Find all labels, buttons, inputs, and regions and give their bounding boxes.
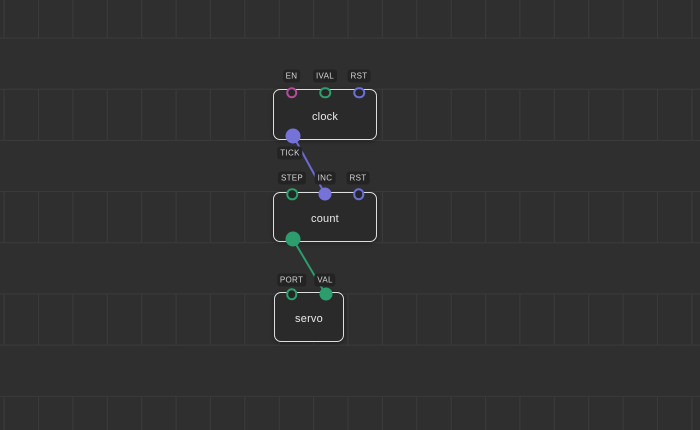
pin-label-servo-val: VAL — [314, 274, 335, 287]
pin-servo-val[interactable] — [319, 288, 332, 301]
pin-clock-tick[interactable] — [286, 128, 301, 143]
node-count-title: count — [311, 213, 339, 225]
node-servo[interactable]: servo — [274, 292, 344, 342]
pin-label-count-step: STEP — [278, 172, 306, 185]
pin-count-out[interactable] — [285, 231, 300, 246]
link-clock-tick-to-count-inc[interactable] — [293, 136, 325, 195]
node-servo-title: servo — [295, 313, 323, 325]
patch-editor-canvas[interactable]: clock count servo EN IVAL RST TICK STEP … — [0, 0, 700, 430]
pin-servo-port[interactable] — [286, 288, 298, 300]
pin-label-count-inc: INC — [315, 172, 336, 185]
pin-label-count-rst: RST — [347, 172, 370, 185]
pin-clock-ival[interactable] — [319, 87, 331, 99]
pin-label-clock-en: EN — [283, 70, 301, 83]
pin-label-servo-port: PORT — [277, 274, 306, 287]
pin-label-clock-ival: IVAL — [313, 70, 337, 83]
pin-clock-rst[interactable] — [353, 87, 365, 99]
pin-clock-en[interactable] — [286, 87, 298, 99]
pin-label-clock-tick: TICK — [277, 147, 302, 160]
pin-count-rst[interactable] — [353, 188, 365, 200]
pin-count-step[interactable] — [286, 188, 298, 200]
node-clock-title: clock — [312, 111, 338, 123]
pin-count-inc[interactable] — [319, 188, 332, 201]
pin-label-clock-rst: RST — [348, 70, 371, 83]
